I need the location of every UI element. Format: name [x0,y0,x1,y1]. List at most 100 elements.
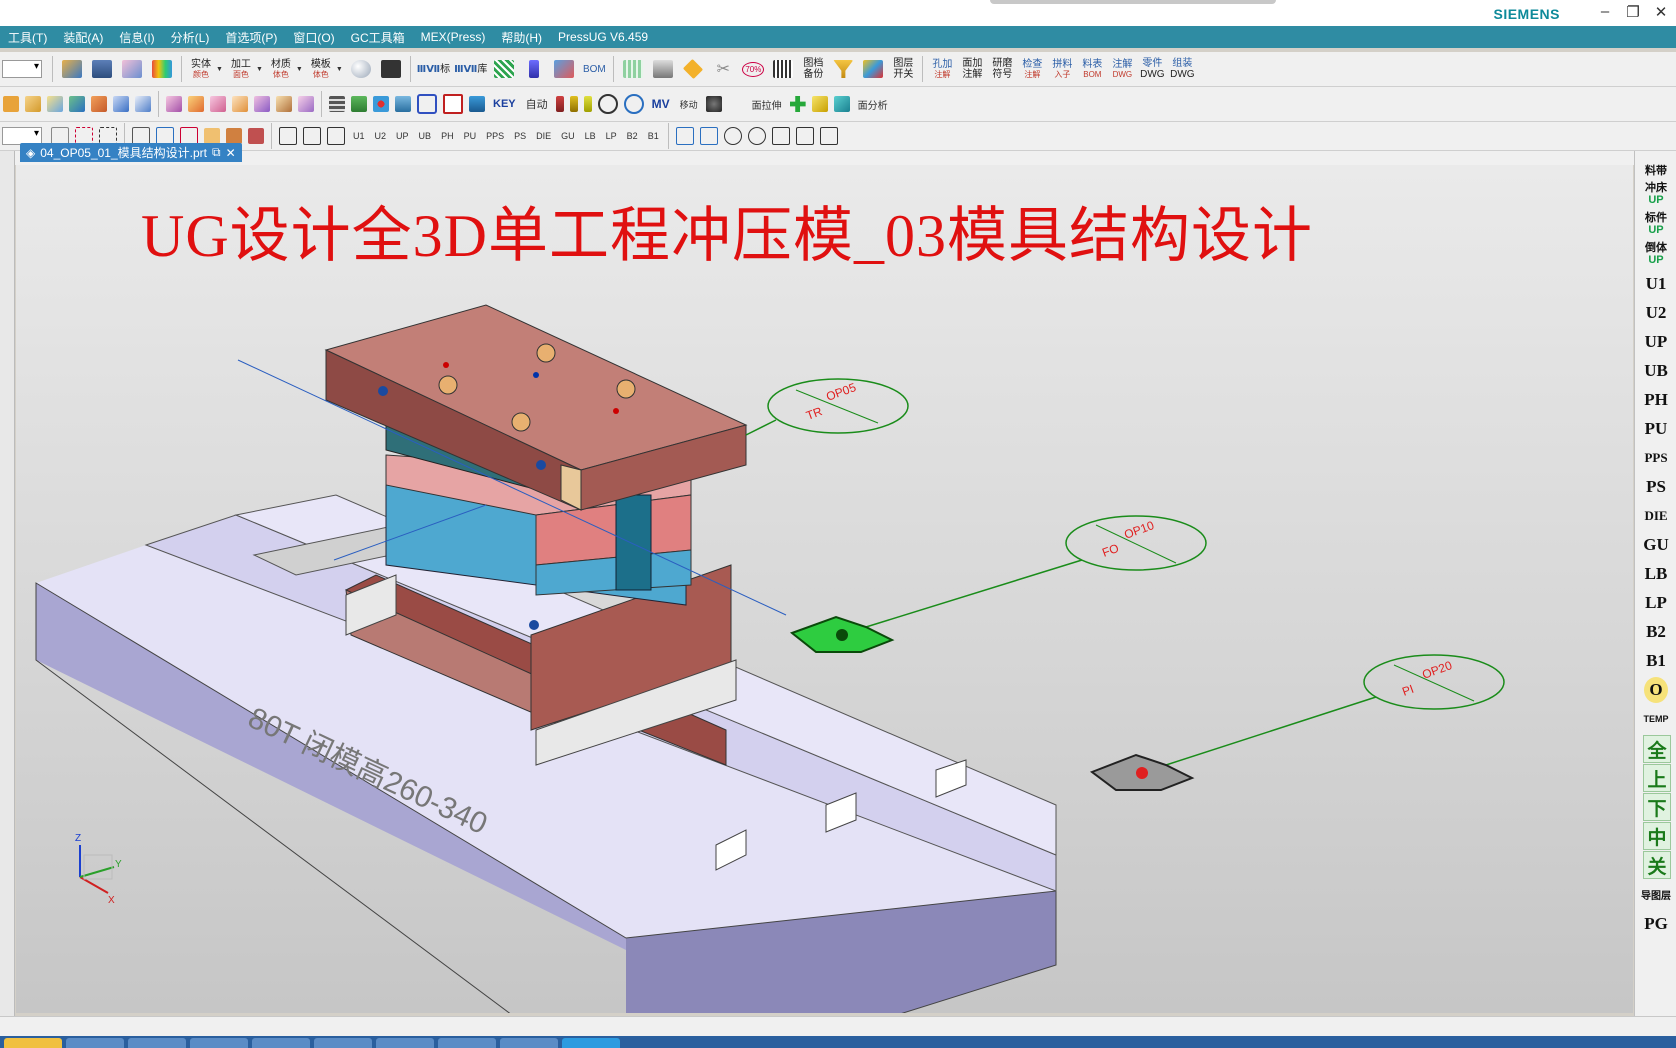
dropdown-arrow-icon[interactable]: ▼ [216,66,223,73]
menu-tools[interactable]: 工具(T) [0,29,55,46]
cube-pink-icon[interactable] [166,96,182,112]
right-item-strip[interactable]: 料带 [1637,157,1675,183]
right-item-up[interactable]: UP [1637,329,1675,355]
tool-grid[interactable] [620,54,646,84]
menu-mex-press[interactable]: MEX(Press) [413,30,494,44]
right-item-lb[interactable]: LB [1637,561,1675,587]
key-label[interactable]: KEY [493,98,516,110]
right-item-u1[interactable]: U1 [1637,271,1675,297]
menu-assembly[interactable]: 装配(A) [55,29,111,46]
right-item-middle[interactable]: 中 [1643,822,1671,850]
right-item-pps[interactable]: PPS [1637,445,1675,471]
filter-b1[interactable]: B1 [648,131,659,141]
book-icon[interactable] [113,96,129,112]
tool-diamond[interactable] [680,54,706,84]
right-item-all[interactable]: 全 [1643,735,1671,763]
tool-template[interactable]: 模板 体色 [308,54,334,84]
right-item-die[interactable]: DIE [1637,503,1675,529]
table-icon[interactable] [395,96,411,112]
tool-standard-lib[interactable]: ⅢⅦ标 [417,54,450,84]
dots-icon[interactable] [373,96,389,112]
mirror-icon[interactable] [727,96,744,112]
tool-archive[interactable]: 图档 备份 [800,54,826,84]
tool-insert[interactable] [551,54,577,84]
tool-cubes[interactable] [860,54,886,84]
tool-material[interactable]: 材质 体色 [268,54,294,84]
face-analysis-label[interactable]: 面分析 [858,97,888,112]
taskbar-button[interactable] [190,1038,248,1048]
tool-spring[interactable] [491,54,517,84]
component-icon[interactable] [248,128,264,144]
menu-gc-toolbox[interactable]: GC工具箱 [343,29,413,46]
right-item-b1[interactable]: B1 [1637,648,1675,674]
right-item-gu[interactable]: GU [1637,532,1675,558]
filter-lb[interactable]: LB [585,131,596,141]
dropdown-arrow-icon[interactable]: ▼ [296,66,303,73]
curve-icon[interactable] [675,127,694,145]
taskbar-button[interactable] [314,1038,372,1048]
minimize-icon[interactable]: – [1598,3,1612,21]
frame-icon[interactable] [417,94,437,114]
cube-orange-icon[interactable] [188,96,204,112]
taskbar-button[interactable] [66,1038,124,1048]
pin-lime-icon[interactable] [583,96,592,112]
pin-red-icon[interactable] [555,96,564,112]
tool-rainbow[interactable] [149,54,175,84]
menu-info[interactable]: 信息(I) [111,29,162,46]
corner-icon[interactable] [303,127,321,145]
tool-note-dwg[interactable]: 注解 DWG [1109,54,1135,84]
tool-funnel[interactable] [830,54,856,84]
chamfer-icon[interactable] [327,127,345,145]
spline-icon[interactable] [699,127,718,145]
model-canvas[interactable]: 80T 闭模高260-340 OP05 TR OP10 FO OP20 PI Z… [16,165,1633,1013]
right-item-ub[interactable]: UB [1637,358,1675,384]
shape-icon[interactable] [69,96,85,112]
filter-b2[interactable]: B2 [627,131,638,141]
lines-icon[interactable] [329,96,345,112]
filter-ph[interactable]: PH [441,131,454,141]
cube-lilac-icon[interactable] [298,96,314,112]
body-icon[interactable] [204,128,220,144]
center-snap-icon[interactable] [723,127,742,145]
close-tab-icon[interactable]: ✕ [226,146,236,160]
right-item-ph[interactable]: PH [1637,387,1675,413]
feature-icon[interactable] [226,128,242,144]
taskbar-button[interactable] [562,1038,620,1048]
green-layer-icon[interactable] [351,96,367,112]
right-item-press-up[interactable]: 冲床 UP [1637,181,1675,207]
rotate-icon[interactable] [705,96,722,112]
tool-layer-switch[interactable]: 图层 开关 [890,54,916,84]
mv-label[interactable]: MV [652,97,670,111]
right-item-u2[interactable]: U2 [1637,300,1675,326]
tool-sheet[interactable] [119,54,145,84]
tool-pin[interactable] [521,54,547,84]
right-item-upper[interactable]: 上 [1643,764,1671,792]
part-icon[interactable] [3,96,19,112]
tool-bom[interactable]: BOM [581,54,607,84]
filter-pps[interactable]: PPS [486,131,504,141]
menu-window[interactable]: 窗口(O) [285,29,342,46]
tool-split-insert[interactable]: 拼料 入子 [1049,54,1075,84]
taskbar-button[interactable] [438,1038,496,1048]
tool-sphere[interactable] [348,54,374,84]
block-icon[interactable] [91,96,107,112]
plus-icon[interactable] [789,96,806,112]
filter-lp[interactable]: LP [606,131,617,141]
cube-tan-icon[interactable] [276,96,292,112]
tool-bom-table[interactable]: 料表 BOM [1079,54,1105,84]
tool-scissors[interactable]: ✂ [710,54,736,84]
tool-assembly[interactable] [59,54,85,84]
menu-pressug-version[interactable]: PressUG V6.459 [550,30,656,44]
tool-machining-color[interactable]: 加工 面色 [228,54,254,84]
dropdown-arrow-icon[interactable]: ▼ [336,66,343,73]
move-label[interactable]: 移动 [680,98,698,111]
taskbar-button[interactable] [500,1038,558,1048]
filter-pu[interactable]: PU [464,131,477,141]
tool-layer-stack[interactable] [89,54,115,84]
right-item-standard-up[interactable]: 标件 UP [1637,211,1675,237]
menu-analysis[interactable]: 分析(L) [163,29,218,46]
tool-zoom-70[interactable]: 70% [740,54,766,84]
measure-icon[interactable] [795,127,814,145]
bowl-icon[interactable] [469,96,485,112]
i-beam-icon[interactable] [443,94,463,114]
